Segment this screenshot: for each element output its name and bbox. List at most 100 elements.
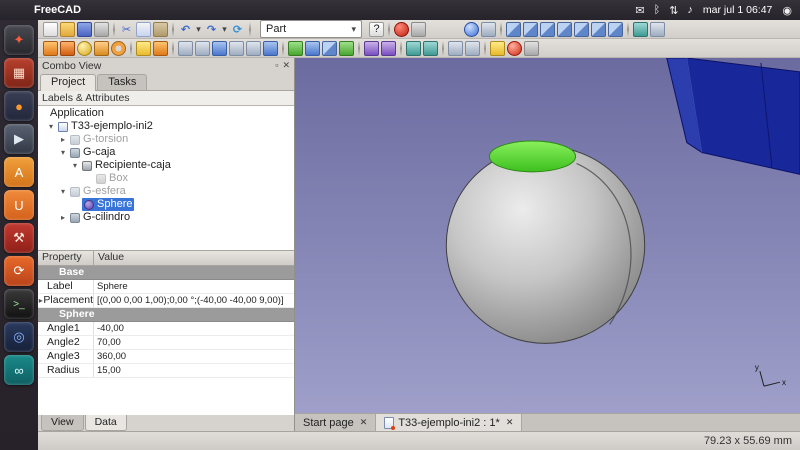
ruled-surface-icon[interactable] [263, 41, 278, 56]
expander-arrow-icon[interactable]: ▾ [58, 146, 68, 159]
separator[interactable] [172, 22, 174, 37]
property-section-sphere[interactable]: Sphere [38, 308, 294, 322]
clock[interactable]: mar jul 1 06:47 [703, 4, 772, 16]
workbench-selector[interactable]: Part ▾ [260, 20, 362, 38]
expander-arrow-icon[interactable]: ▸ [58, 211, 68, 224]
expander-arrow-icon[interactable]: ▾ [70, 159, 80, 172]
float-panel-icon[interactable]: ▫ [275, 60, 278, 71]
part-cone-icon[interactable] [94, 41, 109, 56]
cut-icon[interactable]: ✂ [119, 22, 134, 37]
view-bottom-icon[interactable] [591, 22, 606, 37]
open-document-icon[interactable] [60, 22, 75, 37]
tree-item-recipiente-caja[interactable]: ▾ Recipiente-caja [38, 159, 294, 172]
section-icon[interactable] [406, 41, 421, 56]
system-settings-launcher-icon[interactable]: ⚒ [4, 223, 34, 253]
tree-item-box[interactable]: Box [38, 172, 294, 185]
separator[interactable] [358, 41, 360, 56]
tab-tasks[interactable]: Tasks [97, 74, 147, 90]
arduino-launcher-icon[interactable]: ∞ [4, 355, 34, 385]
property-row-placement[interactable]: ▸Placement [(0,00 0,00 1,00);0,00 °;(-40… [38, 294, 294, 308]
messages-icon[interactable]: ✉ [635, 4, 644, 17]
redo-icon[interactable]: ↷ [204, 22, 219, 37]
close-tab-icon[interactable]: ✕ [506, 417, 514, 428]
tree-item-g-esfera[interactable]: ▾ G-esfera [38, 185, 294, 198]
cross-sections-icon[interactable] [423, 41, 438, 56]
part-cylinder-icon[interactable] [60, 41, 75, 56]
view-left-icon[interactable] [608, 22, 623, 37]
close-tab-icon[interactable]: ✕ [360, 417, 368, 428]
tab-project[interactable]: Project [40, 74, 96, 91]
measure-refresh-icon[interactable] [507, 41, 522, 56]
sphere-top-face[interactable] [489, 141, 575, 172]
refresh-icon[interactable]: ⟳ [230, 22, 245, 37]
whats-this-icon[interactable]: ? [369, 22, 384, 37]
session-menu-icon[interactable]: ◉ [782, 4, 792, 17]
separator[interactable] [172, 41, 174, 56]
extrude-icon[interactable] [178, 41, 193, 56]
3d-viewport[interactable]: x y [295, 58, 800, 413]
freecad-launcher-icon[interactable]: ✦ [4, 25, 34, 55]
copy-icon[interactable] [136, 22, 151, 37]
ubuntu-one-launcher-icon[interactable]: U [4, 190, 34, 220]
expander-arrow-icon[interactable]: ▾ [58, 185, 68, 198]
view-top-icon[interactable] [540, 22, 555, 37]
part-sphere-icon[interactable] [77, 41, 92, 56]
separator[interactable] [627, 22, 629, 37]
view-rear-icon[interactable] [574, 22, 589, 37]
shape-builder-icon[interactable] [153, 41, 168, 56]
tree-item-application[interactable]: Application [38, 107, 294, 120]
redo-dropdown-icon[interactable]: ▾ [221, 22, 228, 37]
loft-icon[interactable] [364, 41, 379, 56]
files-launcher-icon[interactable]: ▦ [4, 58, 34, 88]
clipping-plane-icon[interactable] [650, 22, 665, 37]
separator[interactable] [249, 22, 251, 37]
macro-record-icon[interactable] [394, 22, 409, 37]
separator[interactable] [130, 41, 132, 56]
bluetooth-icon[interactable]: ᛒ [654, 4, 661, 16]
property-row-radius[interactable]: Radius 15,00 [38, 364, 294, 378]
save-icon[interactable] [77, 22, 92, 37]
tree-item-g-torsion[interactable]: ▸ G-torsion [38, 133, 294, 146]
separator[interactable] [442, 41, 444, 56]
separator[interactable] [388, 22, 390, 37]
fit-all-icon[interactable] [464, 22, 479, 37]
revolve-icon[interactable] [195, 41, 210, 56]
part-torus-icon[interactable] [111, 41, 126, 56]
separator[interactable] [500, 22, 502, 37]
separator[interactable] [282, 41, 284, 56]
volume-icon[interactable]: ♪ [687, 4, 693, 16]
expander-arrow-icon[interactable]: ▸ [58, 133, 68, 146]
paste-icon[interactable] [153, 22, 168, 37]
view-axonometric-icon[interactable] [506, 22, 521, 37]
undo-dropdown-icon[interactable]: ▾ [195, 22, 202, 37]
expander-arrow-icon[interactable]: ▾ [46, 120, 56, 133]
chamfer-icon[interactable] [246, 41, 261, 56]
property-row-angle3[interactable]: Angle3 360,00 [38, 350, 294, 364]
create-primitives-icon[interactable] [136, 41, 151, 56]
new-document-icon[interactable] [43, 22, 58, 37]
media-player-launcher-icon[interactable]: ▶ [4, 124, 34, 154]
boolean-union-icon[interactable] [288, 41, 303, 56]
software-center-launcher-icon[interactable]: A [4, 157, 34, 187]
software-updater-launcher-icon[interactable]: ⟳ [4, 256, 34, 286]
firefox-launcher-icon[interactable]: ● [4, 91, 34, 121]
thickness-icon[interactable] [465, 41, 480, 56]
tree-item-g-caja[interactable]: ▾ G-caja [38, 146, 294, 159]
draw-style-icon[interactable] [481, 22, 496, 37]
property-row-label[interactable]: Label Sphere [38, 280, 294, 294]
view-front-icon[interactable] [523, 22, 538, 37]
tab-view[interactable]: View [41, 415, 84, 431]
boolean-icon[interactable] [339, 41, 354, 56]
tree-item-document[interactable]: ▾ T33-ejemplo-ini2 [38, 120, 294, 133]
macro-stop-icon[interactable] [411, 22, 426, 37]
measure-distance-icon[interactable] [633, 22, 648, 37]
measure-clear-icon[interactable] [524, 41, 539, 56]
network-icon[interactable]: ⇅ [669, 4, 678, 17]
tab-document[interactable]: T33-ejemplo-ini2 : 1* ✕ [376, 414, 522, 431]
tab-start-page[interactable]: Start page ✕ [295, 414, 376, 431]
terminal-launcher-icon[interactable]: >_ [4, 289, 34, 319]
view-right-icon[interactable] [557, 22, 572, 37]
part-box-icon[interactable] [43, 41, 58, 56]
separator[interactable] [484, 41, 486, 56]
tree-item-sphere[interactable]: Sphere [38, 198, 294, 211]
